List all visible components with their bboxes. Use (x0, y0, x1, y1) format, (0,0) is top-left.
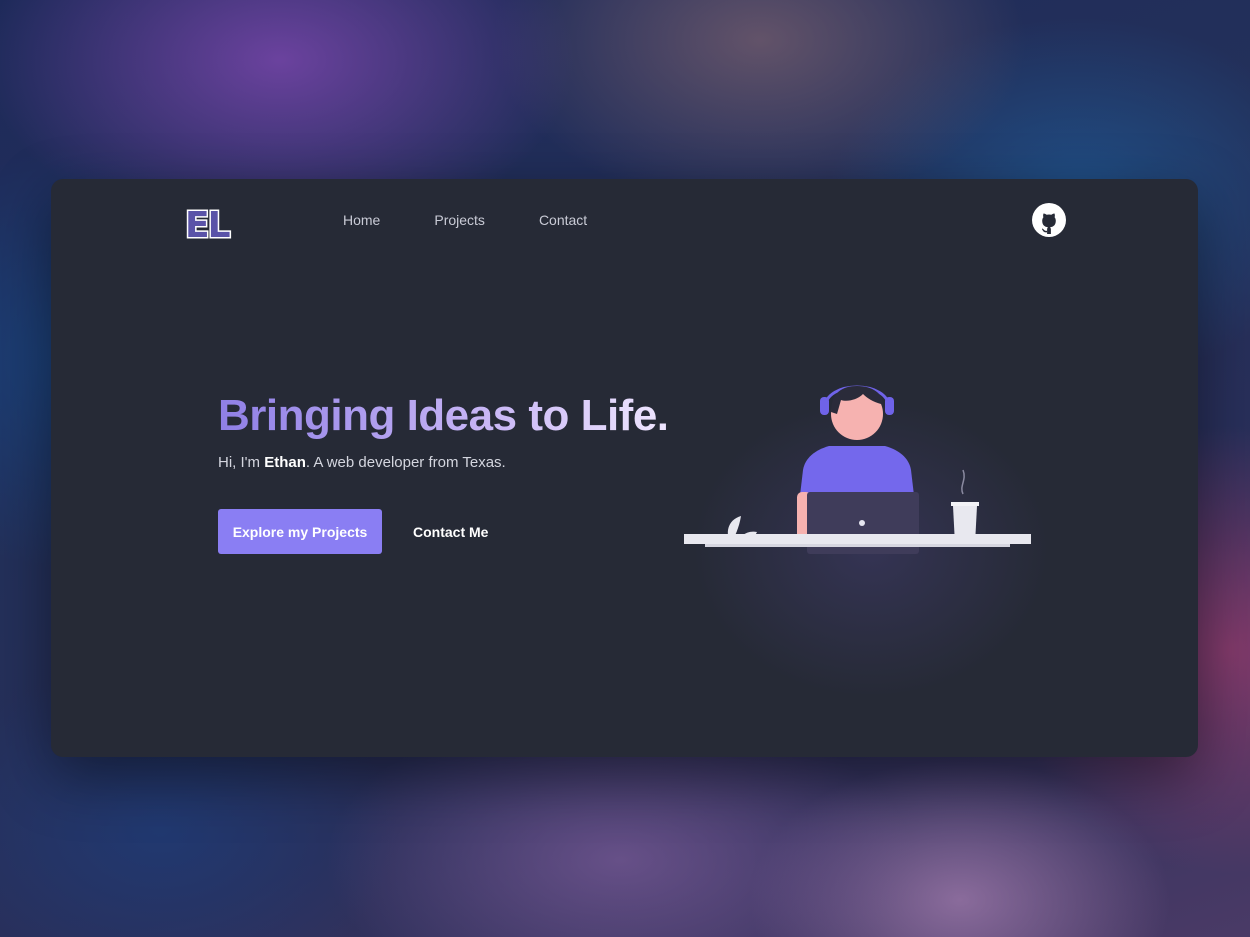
github-icon[interactable] (1031, 202, 1067, 238)
subtitle-name: Ethan (264, 454, 306, 471)
subtitle-suffix: . A web developer from Texas. (305, 454, 506, 471)
developer-illustration (684, 385, 1031, 554)
explore-projects-button[interactable]: Explore my Projects (218, 509, 382, 554)
desk (684, 534, 1031, 544)
nav-link-projects[interactable]: Projects (434, 212, 485, 228)
nav-link-home[interactable]: Home (343, 212, 380, 228)
hero-card: EL Home Projects Contact Bringing Ideas … (51, 179, 1198, 757)
hero-subtitle: Hi, I'm Ethan. A web developer from Texa… (218, 454, 506, 471)
subtitle-prefix: Hi, I'm (218, 454, 265, 471)
hero-title: Bringing Ideas to Life. (218, 391, 669, 440)
main-nav: Home Projects Contact (343, 212, 587, 228)
nav-link-contact[interactable]: Contact (539, 212, 587, 228)
logo[interactable]: EL (181, 201, 245, 246)
logo-text: EL (185, 205, 230, 245)
contact-me-button[interactable]: Contact Me (401, 509, 500, 554)
